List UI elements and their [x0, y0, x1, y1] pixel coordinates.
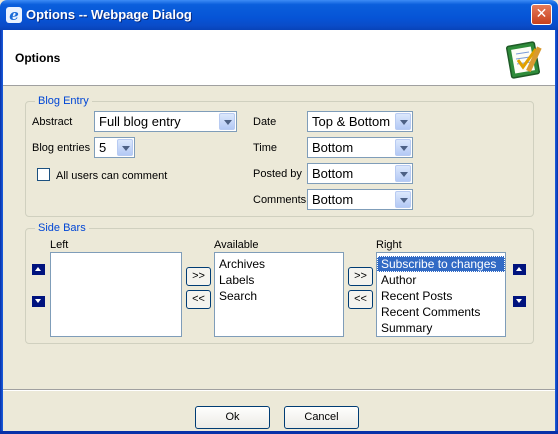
list-item[interactable]: Search: [215, 288, 343, 304]
add-to-left-button[interactable]: >>: [186, 267, 211, 286]
blog-entry-group-title: Blog Entry: [35, 95, 92, 107]
date-select[interactable]: Top & Bottom: [307, 111, 413, 132]
right-sidebar-list[interactable]: Subscribe to changes Author Recent Posts…: [376, 252, 506, 337]
all-users-comment-checkbox[interactable]: [37, 168, 50, 181]
chevron-down-icon[interactable]: [395, 165, 411, 182]
comments-select[interactable]: Bottom: [307, 189, 413, 210]
chevron-down-icon[interactable]: [395, 191, 411, 208]
list-item[interactable]: Summary: [377, 320, 505, 336]
posted-by-select[interactable]: Bottom: [307, 163, 413, 184]
comments-value: Bottom: [312, 192, 354, 207]
dialog-header: Options: [3, 30, 555, 86]
remove-from-right-button[interactable]: <<: [348, 290, 373, 309]
blog-entries-value: 5: [99, 140, 107, 155]
list-item[interactable]: Labels: [215, 272, 343, 288]
list-item[interactable]: Author: [377, 272, 505, 288]
chevron-down-icon[interactable]: [395, 139, 411, 156]
cancel-button[interactable]: Cancel: [284, 406, 359, 429]
left-move-down-icon[interactable]: [32, 296, 45, 307]
date-value: Top & Bottom: [312, 114, 391, 129]
page-title: Options: [15, 51, 61, 65]
list-item[interactable]: Subscribe to changes: [377, 256, 505, 272]
list-item[interactable]: Recent Posts: [377, 288, 505, 304]
blog-entries-label: Blog entries: [32, 142, 91, 154]
abstract-select[interactable]: Full blog entry: [94, 111, 237, 132]
footer-divider-highlight: [3, 390, 555, 391]
right-move-down-icon[interactable]: [513, 296, 526, 307]
window-title: Options -- Webpage Dialog: [26, 7, 192, 22]
time-select[interactable]: Bottom: [307, 137, 413, 158]
time-value: Bottom: [312, 140, 354, 155]
list-item[interactable]: Archives: [215, 256, 343, 272]
right-list-label: Right: [376, 239, 402, 251]
time-label: Time: [253, 142, 278, 154]
dialog-body: Blog Entry Abstract Full blog entry Blog…: [3, 87, 555, 389]
available-list-label: Available: [214, 239, 259, 251]
list-item[interactable]: Recent Comments: [377, 304, 505, 320]
right-move-up-icon[interactable]: [513, 264, 526, 275]
close-button[interactable]: ✕: [531, 4, 552, 25]
posted-by-label: Posted by: [253, 168, 302, 180]
comments-label: Comments: [253, 194, 307, 206]
remove-from-left-button[interactable]: <<: [186, 290, 211, 309]
title-bar[interactable]: e Options -- Webpage Dialog ✕: [0, 0, 558, 30]
side-bars-group-title: Side Bars: [35, 222, 89, 234]
abstract-label: Abstract: [32, 116, 73, 128]
left-move-up-icon[interactable]: [32, 264, 45, 275]
blog-entries-select[interactable]: 5: [94, 137, 135, 158]
ok-button[interactable]: Ok: [195, 406, 270, 429]
posted-by-value: Bottom: [312, 166, 354, 181]
abstract-value: Full blog entry: [99, 114, 181, 129]
available-sidebar-list[interactable]: Archives Labels Search: [214, 252, 344, 337]
internet-explorer-icon: e: [6, 7, 22, 23]
options-checklist-icon: [506, 41, 542, 79]
date-label: Date: [253, 116, 277, 128]
left-sidebar-list[interactable]: [50, 252, 182, 337]
left-list-label: Left: [50, 239, 69, 251]
chevron-down-icon[interactable]: [395, 113, 411, 130]
chevron-down-icon[interactable]: [117, 139, 133, 156]
all-users-comment-label: All users can comment: [56, 170, 168, 182]
chevron-down-icon[interactable]: [219, 113, 235, 130]
add-to-right-button[interactable]: >>: [348, 267, 373, 286]
